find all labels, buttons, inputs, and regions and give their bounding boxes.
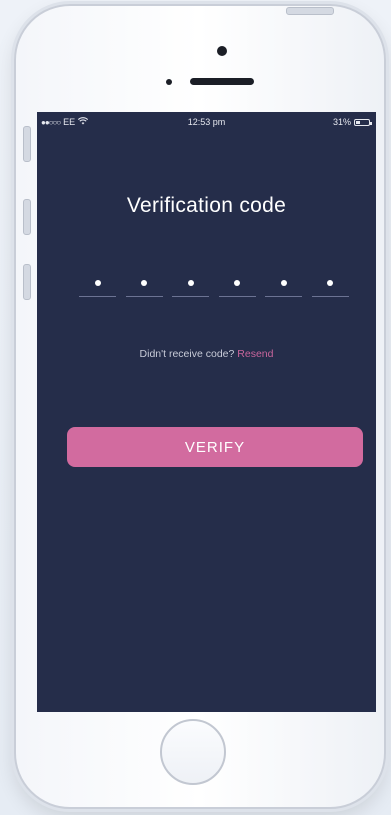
status-right: 31% bbox=[332, 117, 372, 127]
code-digit-slot[interactable] bbox=[125, 272, 163, 297]
battery-level bbox=[356, 120, 360, 124]
code-digit-slot[interactable] bbox=[172, 272, 210, 297]
code-digit-dot bbox=[280, 280, 287, 286]
battery-percent: 31% bbox=[332, 117, 351, 127]
app-screen: ●●○○○ EE 12:53 pm 31% Verification code bbox=[37, 112, 376, 712]
resend-prompt-line: Didn't receive code? Resend bbox=[37, 348, 376, 360]
status-bar: ●●○○○ EE 12:53 pm 31% bbox=[37, 112, 376, 132]
battery-icon bbox=[354, 118, 372, 126]
resend-prompt-text: Didn't receive code? bbox=[139, 348, 235, 360]
mute-switch bbox=[23, 126, 31, 162]
resend-link[interactable]: Resend bbox=[237, 348, 273, 360]
code-digit-dot bbox=[187, 280, 194, 286]
volume-up-button bbox=[23, 199, 31, 235]
code-digit-slot[interactable] bbox=[79, 272, 116, 297]
code-digit-slot[interactable] bbox=[311, 272, 349, 297]
code-digit-dot bbox=[141, 280, 148, 286]
code-digit-slot[interactable] bbox=[265, 272, 303, 297]
home-button[interactable] bbox=[160, 719, 226, 785]
page-title: Verification code bbox=[126, 194, 287, 217]
code-digit-dot bbox=[327, 280, 334, 286]
verify-button[interactable]: VERIFY bbox=[67, 427, 363, 467]
code-digit-dot bbox=[234, 280, 241, 286]
code-digit-dot bbox=[94, 280, 101, 286]
proximity-sensor bbox=[166, 79, 172, 85]
volume-down-button bbox=[23, 264, 31, 300]
earpiece-speaker bbox=[190, 78, 254, 85]
front-camera bbox=[217, 46, 227, 56]
code-digit-slot[interactable] bbox=[218, 272, 256, 297]
verification-code-input[interactable] bbox=[79, 272, 349, 297]
status-time: 12:53 pm bbox=[187, 117, 226, 127]
power-button bbox=[286, 7, 334, 15]
stage: ●●○○○ EE 12:53 pm 31% Verification code bbox=[0, 0, 391, 815]
